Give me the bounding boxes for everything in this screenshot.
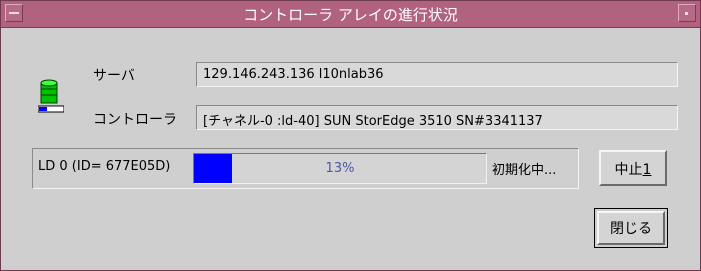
minimize-button[interactable] — [678, 4, 696, 22]
minimize-icon — [685, 12, 688, 15]
task-status-text: 初期化中... — [492, 163, 557, 178]
progress-dialog: コントローラ アレイの進行状況 サーバ 129.146.243.136 l10n… — [0, 0, 701, 271]
progress-percent-text: 13% — [325, 161, 355, 176]
close-button[interactable]: 閉じる — [594, 208, 668, 248]
task-progress-row: LD 0 (ID= 677E05D) 13% 初期化中... — [32, 148, 579, 189]
server-label: サーバ — [93, 68, 135, 84]
controller-label: コントローラ — [93, 112, 177, 128]
abort-button-mnemonic: 1 — [642, 162, 652, 178]
logical-drive-label: LD 0 (ID= 677E05D) — [38, 159, 171, 174]
close-button-face: 閉じる — [597, 211, 665, 245]
controller-value-field: [チャネル-0 :ld-40] SUN StorEdge 3510 SN#334… — [196, 105, 678, 130]
server-value-field: 129.146.243.136 l10nlab36 — [196, 62, 678, 87]
progress-bar: 13% — [193, 153, 487, 184]
storage-array-icon — [37, 79, 65, 115]
abort-button-label: 中止 — [614, 162, 643, 178]
window-title: コントローラ アレイの進行状況 — [243, 6, 458, 24]
title-bar[interactable]: コントローラ アレイの進行状況 — [1, 1, 700, 28]
abort-button[interactable]: 中止1 — [599, 150, 667, 186]
